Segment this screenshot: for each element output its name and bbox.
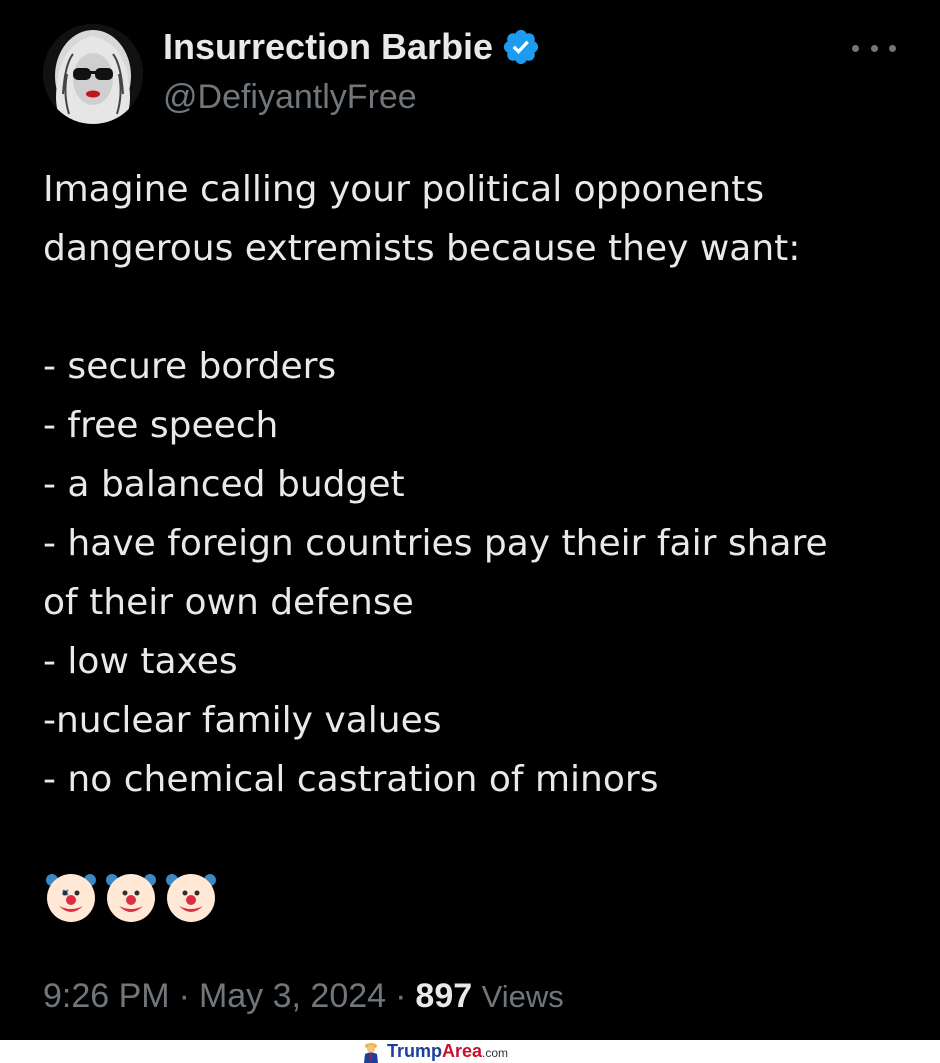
trump-figure-icon [364, 1042, 378, 1063]
avatar-icon [43, 24, 143, 124]
clown-emoji-icon [106, 874, 156, 922]
meta-separator: · [395, 977, 407, 1015]
watermark-main: Trump [387, 1041, 443, 1061]
views-count[interactable]: 897 [415, 977, 472, 1015]
avatar[interactable] [43, 24, 143, 124]
more-dot [852, 44, 859, 52]
verified-badge-icon [504, 29, 539, 65]
watermark-text: TrumpArea.com [387, 1041, 508, 1062]
tweet-card: Insurrection Barbie @DefiyantlyFree Imag… [0, 0, 940, 1040]
tweet-text-line: Imagine calling your political opponents [43, 169, 765, 210]
more-dot [870, 44, 878, 52]
more-options-icon[interactable] [852, 36, 896, 60]
more-dot [889, 44, 896, 52]
tweet-text-line: of their own defense [43, 582, 414, 623]
meta-separator: · [178, 977, 190, 1015]
display-name-text: Insurrection Barbie [163, 26, 494, 67]
clown-emoji-icon [46, 874, 96, 922]
tweet-text-line: - low taxes [43, 641, 238, 682]
tweet-text: Imagine calling your political opponents… [43, 160, 923, 809]
tweet-text-line: -nuclear family values [43, 700, 442, 741]
tweet-text-line: - secure borders [43, 346, 337, 387]
display-name[interactable]: Insurrection Barbie [163, 25, 541, 69]
tweet-date[interactable]: May 3, 2024 [199, 977, 386, 1015]
tweet-text-line: - a balanced budget [43, 464, 405, 505]
tweet-text-line: dangerous extremists because they want: [43, 228, 801, 269]
author-handle[interactable]: @DefiyantlyFree [163, 76, 417, 118]
watermark-suffix: .com [482, 1046, 509, 1060]
watermark-accent: Area [442, 1041, 483, 1061]
tweet-text-line: - free speech [43, 405, 279, 446]
tweet-text-line: - no chemical castration of minors [43, 759, 659, 800]
clown-emoji-icon [166, 874, 216, 922]
tweet-meta: 9:26 PM · May 3, 2024 · 897 Views [43, 974, 564, 1019]
tweet-time[interactable]: 9:26 PM [43, 977, 170, 1015]
emoji-row [43, 868, 219, 924]
tweet-text-line: - have foreign countries pay their fair … [43, 523, 828, 564]
views-label: Views [481, 979, 564, 1014]
watermark: TrumpArea.com [360, 1040, 508, 1063]
tweet-text-line [43, 278, 923, 337]
